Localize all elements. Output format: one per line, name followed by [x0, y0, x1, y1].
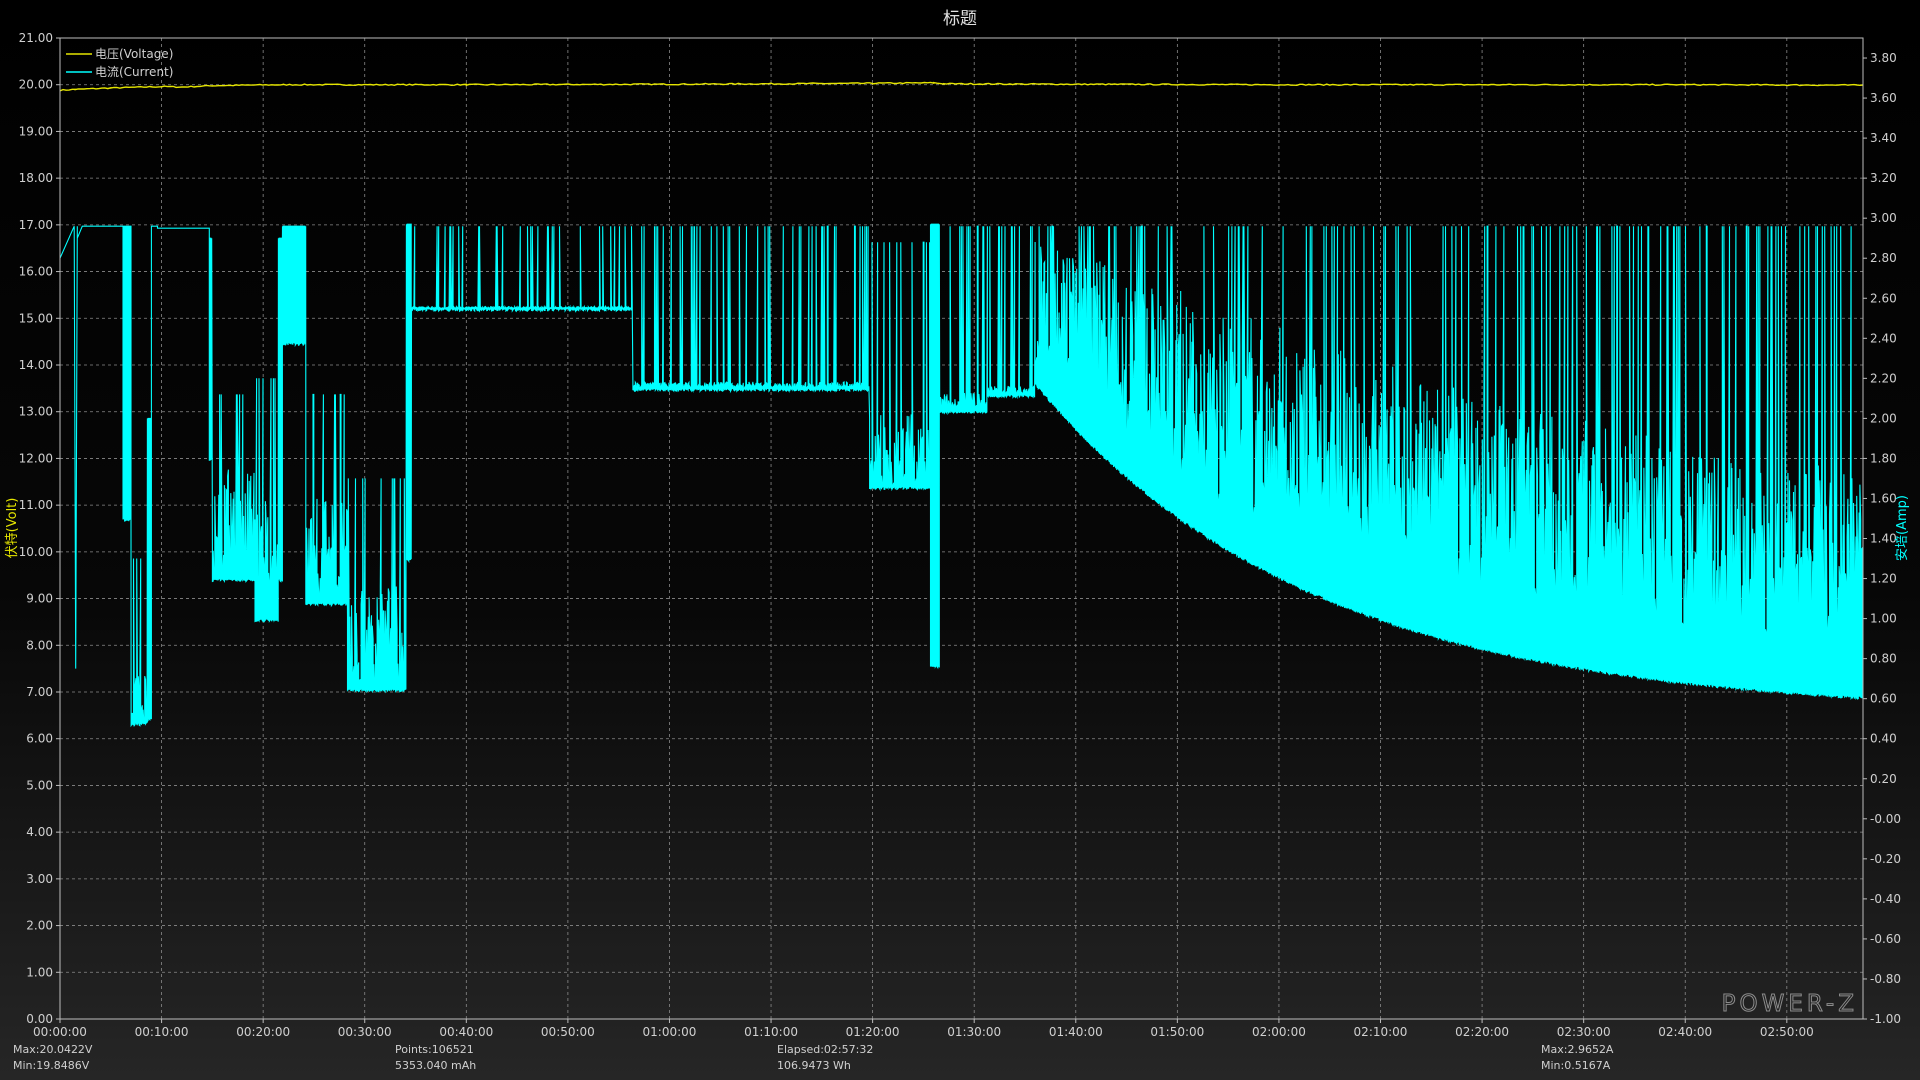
voltage-max: Max:20.0422V [13, 1043, 93, 1056]
voltage-min: Min:19.8486V [13, 1059, 90, 1072]
y-left-tick-label: 16.00 [19, 265, 53, 279]
y-right-tick-label: 1.60 [1870, 491, 1897, 505]
y-right-tick-label: 1.00 [1870, 612, 1897, 626]
y-left-tick-label: 13.00 [19, 405, 53, 419]
y-left-tick-label: 10.00 [19, 545, 53, 559]
y-right-tick-label: -0.40 [1870, 892, 1901, 906]
y-left-tick-label: 0.00 [26, 1012, 53, 1026]
y-right-tick-label: -0.20 [1870, 852, 1901, 866]
y-right-tick-label: 3.80 [1870, 51, 1897, 65]
current-max: Max:2.9652A [1541, 1043, 1614, 1056]
y-right-tick-label: 0.40 [1870, 732, 1897, 746]
x-tick-label: 00:10:00 [135, 1025, 189, 1039]
points-capacity-stats: Points:106521 5353.040 mAh [395, 1042, 476, 1074]
y-right-tick-label: 2.60 [1870, 291, 1897, 305]
y-right-tick-label: 1.20 [1870, 572, 1897, 586]
x-tick-label: 01:20:00 [846, 1025, 900, 1039]
y-right-tick-label: 1.40 [1870, 532, 1897, 546]
y-left-tick-label: 12.00 [19, 451, 53, 465]
x-tick-label: 02:00:00 [1252, 1025, 1306, 1039]
voltage-stats: Max:20.0422V Min:19.8486V [13, 1042, 92, 1074]
y-left-tick-label: 1.00 [26, 965, 53, 979]
y-left-tick-label: 4.00 [26, 825, 53, 839]
current-min: Min:0.5167A [1541, 1059, 1611, 1072]
y-right-tick-label: 3.00 [1870, 211, 1897, 225]
y-left-tick-label: 7.00 [26, 685, 53, 699]
power-z-logo: POWER-Z [1721, 991, 1858, 1018]
energy-wh: 106.9473 Wh [777, 1059, 851, 1072]
x-tick-label: 00:50:00 [541, 1025, 595, 1039]
voltage-series-line [59, 81, 1864, 92]
chart-svg: 0.00 1.00 2.00 3.00 4.00 5.00 6.00 7.00 8.00 9.00… [5, 9, 1910, 1039]
y-left-tick-label: 18.00 [19, 171, 53, 185]
y-right-tick-label: -0.00 [1870, 812, 1901, 826]
y-right-tick-label: 3.20 [1870, 171, 1897, 185]
elapsed-time: Elapsed:02:57:32 [777, 1043, 874, 1056]
x-tick-label: 02:40:00 [1658, 1025, 1712, 1039]
y-left-tick-label: 3.00 [26, 872, 53, 886]
elapsed-energy-stats: Elapsed:02:57:32 106.9473 Wh [777, 1042, 873, 1074]
y-left-tick-label: 19.00 [19, 124, 53, 138]
x-tick-label: 02:10:00 [1354, 1025, 1408, 1039]
y-right-tick-label: 2.00 [1870, 411, 1897, 425]
y-right-tick-label: 0.60 [1870, 692, 1897, 706]
y-right-tick-label: 0.80 [1870, 652, 1897, 666]
points-count: Points:106521 [395, 1043, 474, 1056]
x-tick-label: 01:00:00 [643, 1025, 697, 1039]
x-tick-label: 02:50:00 [1760, 1025, 1814, 1039]
y-left-tick-label: 9.00 [26, 592, 53, 606]
y-right-tick-label: 2.80 [1870, 251, 1897, 265]
y-right-tick-label: 2.40 [1870, 331, 1897, 345]
x-tick-label: 00:30:00 [338, 1025, 392, 1039]
y-left-tick-label: 17.00 [19, 218, 53, 232]
capacity-mah: 5353.040 mAh [395, 1059, 477, 1072]
y-left-tick-label: 8.00 [26, 638, 53, 652]
x-tick-label: 01:40:00 [1049, 1025, 1103, 1039]
x-tick-label: 01:30:00 [947, 1025, 1001, 1039]
y-right-tick-label: -0.80 [1870, 972, 1901, 986]
y-right-tick-label: 3.40 [1870, 131, 1897, 145]
x-tick-label: 01:10:00 [744, 1025, 798, 1039]
y-right-tick-label: -0.60 [1870, 932, 1901, 946]
y-right-tick-label: 1.80 [1870, 451, 1897, 465]
y-left-tick-label: 6.00 [26, 732, 53, 746]
x-tick-label: 00:20:00 [236, 1025, 290, 1039]
y-left-tick-label: 5.00 [26, 778, 53, 792]
y-left-tick-label: 2.00 [26, 919, 53, 933]
x-tick-label: 01:50:00 [1150, 1025, 1204, 1039]
x-tick-label: 00:40:00 [439, 1025, 493, 1039]
y-left-tick-label: 21.00 [19, 31, 53, 45]
y-right-tick-label: 3.60 [1870, 91, 1897, 105]
y-left-tick-label: 15.00 [19, 311, 53, 325]
chart-title: 标题 [943, 9, 977, 29]
x-tick-label: 02:20:00 [1455, 1025, 1509, 1039]
y-right-tick-label: -1.00 [1870, 1012, 1901, 1026]
y-right-tick-label: 0.20 [1870, 772, 1897, 786]
power-z-logo-text: POWER-Z [1722, 991, 1858, 1017]
y-left-axis-label: 伏特(Volt) [5, 498, 20, 559]
y-left-tick-label: 20.00 [19, 78, 53, 92]
y-left-tick-label: 11.00 [19, 498, 53, 512]
current-series-line [59, 223, 1863, 728]
series-layer [59, 81, 1864, 728]
current-stats: Max:2.9652A Min:0.5167A [1541, 1042, 1613, 1074]
power-z-chart-window: 0.00 1.00 2.00 3.00 4.00 5.00 6.00 7.00 8.00 9.00… [0, 0, 1920, 1080]
y-right-axis-label: 安培(Amp) [1894, 495, 1910, 561]
legend: 电压(Voltage) 电流(Current) [66, 47, 173, 79]
x-tick-label: 00:00:00 [33, 1025, 87, 1039]
legend-current-label: 电流(Current) [95, 65, 173, 79]
y-right-tick-label: 2.20 [1870, 371, 1897, 385]
legend-voltage-label: 电压(Voltage) [95, 47, 173, 61]
y-left-tick-label: 14.00 [19, 358, 53, 372]
x-tick-label: 02:30:00 [1557, 1025, 1611, 1039]
